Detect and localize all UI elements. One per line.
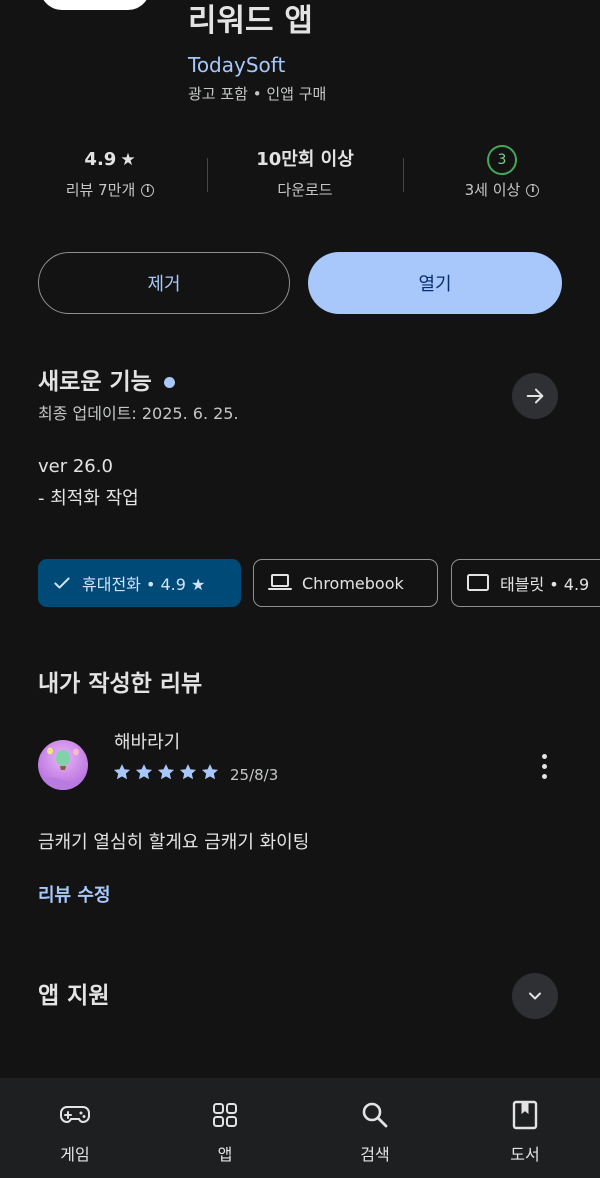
age-label: 3세 이상	[464, 181, 521, 199]
whats-new-title: 새로운 기능	[38, 369, 152, 395]
device-chip-phone[interactable]: 휴대전화 • 4.9 ★	[38, 559, 241, 607]
star-icon	[179, 764, 197, 780]
downloads-stat: 10만회 이상 다운로드	[205, 142, 405, 202]
downloads-label: 다운로드	[277, 181, 333, 199]
check-icon	[54, 577, 70, 589]
rating-stat[interactable]: 4.9 ★ 리뷰 7만개 i	[10, 142, 210, 202]
app-icon	[40, 0, 150, 10]
star-icon	[135, 764, 153, 780]
chevron-down-icon	[529, 992, 541, 1000]
laptop-icon	[268, 574, 292, 590]
review-date: 25/8/3	[230, 766, 279, 784]
device-chip-chromebook[interactable]: Chromebook	[253, 559, 438, 607]
star-icon	[157, 764, 175, 780]
info-icon[interactable]: i	[141, 183, 155, 197]
nav-item-games[interactable]: 게임	[0, 1078, 150, 1178]
version-text: ver 26.0	[38, 456, 113, 477]
device-chip-tablet[interactable]: 태블릿 • 4.9	[451, 559, 600, 607]
star-icon	[113, 764, 131, 780]
nav-label: 도서	[510, 1145, 540, 1164]
age-badge-icon: 3	[487, 145, 517, 175]
bottom-navigation: 게임 앱 검색 도서	[0, 1078, 600, 1178]
device-chip-label: 휴대전화 • 4.9 ★	[82, 575, 206, 594]
new-indicator-dot	[163, 376, 175, 388]
nav-label: 앱	[217, 1145, 233, 1164]
device-chip-label: 태블릿 • 4.9	[500, 575, 590, 594]
balloon-icon	[38, 747, 88, 790]
app-meta: 광고 포함 • 인앱 구매	[188, 85, 327, 103]
app-details-page: 리워드 앱 TodaySoft 광고 포함 • 인앱 구매 4.9 ★ 리뷰 7…	[0, 0, 600, 1178]
rating-label: 리뷰 7만개	[65, 181, 136, 199]
more-vert-icon	[541, 773, 547, 779]
downloads-value: 10만회 이상	[256, 149, 354, 170]
reviewer-name: 해바라기	[114, 732, 181, 753]
rating-value: 4.9	[84, 149, 117, 170]
device-chip-label: Chromebook	[302, 573, 404, 593]
nav-item-books[interactable]: 도서	[450, 1078, 600, 1178]
search-icon	[362, 1102, 388, 1128]
open-button[interactable]: 열기	[308, 252, 562, 314]
release-notes: - 최적화 작업	[38, 488, 139, 509]
gamepad-icon	[60, 1106, 90, 1124]
book-icon	[512, 1100, 538, 1130]
whats-new-header[interactable]: 새로운 기능	[38, 366, 175, 398]
more-vert-icon	[541, 753, 547, 759]
more-options-button[interactable]	[530, 748, 558, 784]
arrow-right-icon	[526, 388, 544, 404]
nav-item-search[interactable]: 검색	[300, 1078, 450, 1178]
star-icon	[201, 764, 219, 780]
nav-label: 게임	[60, 1145, 90, 1164]
app-support-expand-button[interactable]	[512, 973, 558, 1019]
avatar	[38, 740, 88, 790]
update-date: 최종 업데이트: 2025. 6. 25.	[38, 404, 239, 423]
my-review-title: 내가 작성한 리뷰	[38, 671, 203, 697]
app-support-title[interactable]: 앱 지원	[38, 980, 110, 1012]
review-stars	[112, 762, 220, 782]
apps-grid-icon	[213, 1103, 237, 1127]
review-text: 금캐기 열심히 할게요 금캐기 화이팅	[38, 832, 310, 853]
tablet-icon	[467, 574, 489, 591]
info-icon[interactable]: i	[526, 183, 540, 197]
nav-label: 검색	[360, 1145, 390, 1164]
stats-row: 4.9 ★ 리뷰 7만개 i 10만회 이상 다운로드 3 3세 이상 i	[0, 142, 600, 212]
nav-item-apps[interactable]: 앱	[150, 1078, 300, 1178]
more-vert-icon	[541, 763, 547, 769]
whats-new-arrow-button[interactable]	[512, 373, 558, 419]
developer-link[interactable]: TodaySoft	[188, 52, 285, 78]
star-icon: ★	[120, 150, 136, 170]
edit-review-link[interactable]: 리뷰 수정	[38, 883, 111, 909]
age-rating-stat[interactable]: 3 3세 이상 i	[402, 142, 600, 202]
remove-button[interactable]: 제거	[38, 252, 290, 314]
app-title: 리워드 앱	[188, 3, 313, 39]
